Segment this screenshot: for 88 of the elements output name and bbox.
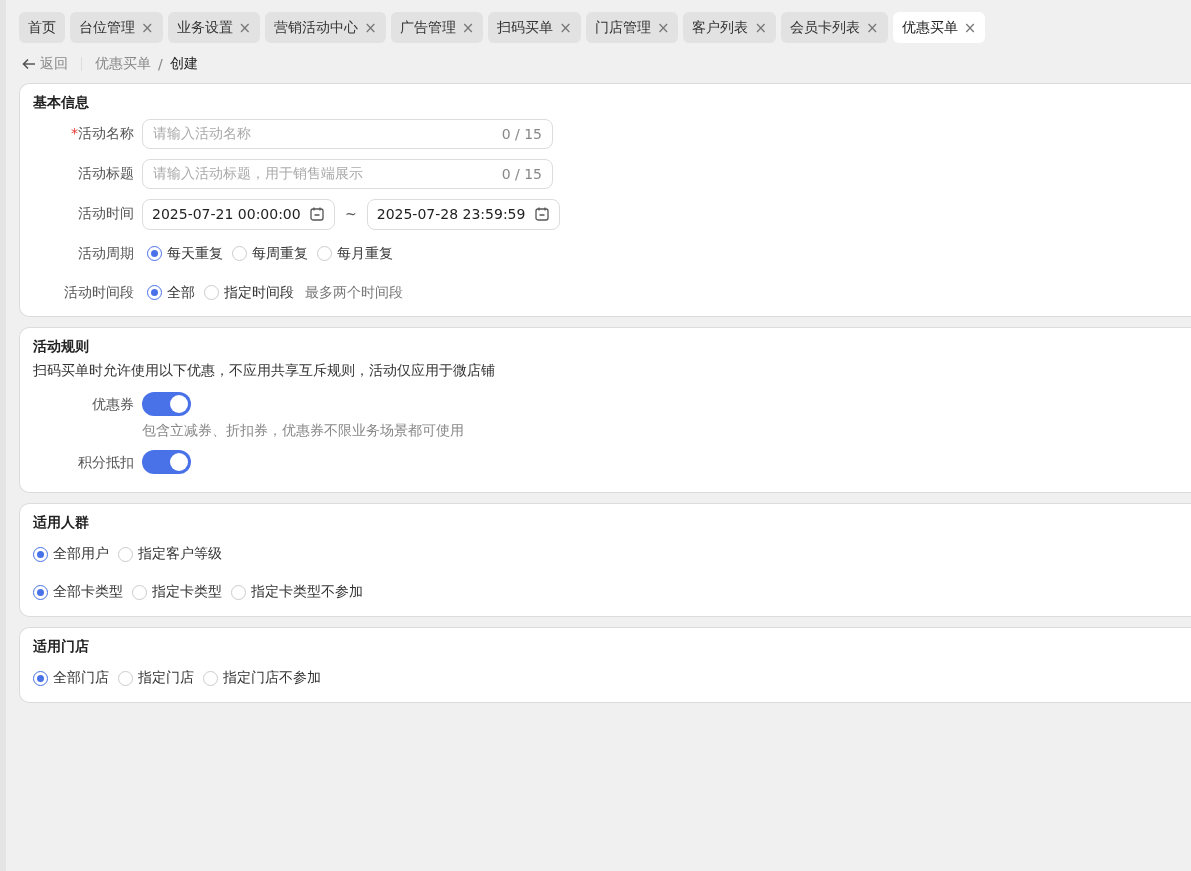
tab-label: 业务设置 [176, 18, 233, 37]
section-title: 适用门店 [33, 638, 90, 656]
field-label: 活动周期 [78, 244, 134, 261]
close-icon[interactable]: × [461, 18, 475, 37]
field-label: 活动标题 [78, 165, 134, 181]
radio-option[interactable]: 指定门店 [118, 669, 194, 687]
tab-label: 台位管理 [79, 18, 135, 37]
close-icon[interactable]: × [866, 18, 879, 37]
page-tab[interactable]: 会员卡列表 × [781, 12, 888, 43]
toggle-switch[interactable] [142, 392, 191, 416]
page-tab[interactable]: 广告管理 × [390, 12, 484, 43]
tab-label: 优惠买单 [901, 18, 958, 37]
tab-label: 首页 [28, 18, 56, 37]
close-icon[interactable]: × [364, 18, 377, 37]
radio-option[interactable]: 指定卡类型 [132, 583, 222, 601]
tab-label: 广告管理 [399, 18, 456, 37]
radio-label: 全部卡类型 [53, 583, 123, 601]
text-input-field[interactable]: 请输入活动名称 0 / 15 [142, 119, 553, 149]
tab-label: 会员卡列表 [790, 18, 861, 37]
page-tab[interactable]: 台位管理 × [70, 12, 163, 43]
radio-label: 全部门店 [53, 669, 109, 687]
tab-label: 客户列表 [692, 18, 749, 37]
date-time-field[interactable]: 2025-07-28 23:59:59 [366, 198, 560, 230]
page-tab[interactable]: 扫码买单 × [488, 12, 581, 43]
radio-label: 指定时间段 [224, 283, 294, 302]
section-title: 活动规则 [33, 338, 90, 356]
radio-label: 每月重复 [337, 244, 393, 263]
radio-option[interactable]: 全部用户 [33, 545, 109, 563]
field-label: 活动名称 [78, 125, 134, 141]
required-mark: * [71, 125, 78, 141]
input-placeholder: 请输入活动标题，用于销售端展示 [153, 165, 363, 183]
page-tab[interactable]: 首页 [19, 12, 65, 43]
radio-label: 指定卡类型不参加 [251, 583, 363, 601]
radio-label: 指定门店 [138, 669, 194, 687]
date-value: 2025-07-21 00:00:00 [152, 206, 301, 222]
radio-option[interactable]: 每天重复 [147, 244, 223, 263]
radio-option[interactable]: 每月重复 [317, 244, 393, 263]
tab-label: 扫码买单 [497, 18, 554, 37]
radio-option[interactable]: 全部卡类型 [33, 583, 123, 601]
section-title: 基本信息 [33, 94, 90, 112]
radio-option[interactable]: 指定卡类型不参加 [231, 583, 363, 601]
input-placeholder: 请输入活动名称 [153, 125, 251, 143]
toggle-switch[interactable] [142, 450, 191, 474]
radio-option[interactable]: 全部门店 [33, 669, 109, 687]
field-label: 优惠券 [92, 396, 134, 412]
hint-text: 包含立减券、折扣券，优惠券不限业务场景都可使用 [142, 422, 464, 440]
radio-option[interactable]: 每周重复 [232, 244, 308, 263]
radio-option[interactable]: 指定时间段 [204, 283, 294, 302]
rules-description: 扫码买单时允许使用以下优惠，不应用共享互斥规则，活动仅应用于微店铺 [33, 362, 496, 380]
page-tab[interactable]: 门店管理 × [585, 12, 679, 43]
radio-label: 每天重复 [167, 244, 223, 263]
section-title: 适用人群 [33, 514, 90, 532]
char-counter: 0 / 15 [501, 126, 542, 142]
close-icon[interactable]: × [141, 18, 154, 37]
calendar-icon [533, 206, 550, 222]
range-separator: ~ [345, 206, 357, 222]
hint-text: 最多两个时间段 [305, 283, 403, 302]
close-icon[interactable]: × [754, 18, 768, 37]
char-counter: 0 / 15 [501, 166, 542, 182]
field-label: 积分抵扣 [78, 454, 134, 470]
radio-label: 指定门店不参加 [223, 669, 321, 687]
radio-option[interactable]: 全部 [147, 283, 195, 302]
field-label: 活动时间段 [64, 283, 134, 300]
radio-label: 全部 [167, 283, 195, 302]
radio-option[interactable]: 指定客户等级 [118, 545, 222, 563]
date-value: 2025-07-28 23:59:59 [376, 206, 526, 222]
field-label: 活动时间 [78, 205, 134, 221]
close-icon[interactable]: × [238, 18, 252, 37]
back-arrow-icon [22, 58, 36, 70]
page-tab[interactable]: 业务设置 × [167, 12, 261, 43]
date-time-field[interactable]: 2025-07-21 00:00:00 [142, 198, 335, 230]
page-tab[interactable]: 客户列表 × [683, 12, 777, 43]
radio-label: 指定客户等级 [138, 545, 222, 563]
close-icon[interactable]: × [963, 18, 977, 37]
close-icon[interactable]: × [656, 18, 670, 37]
page-tab[interactable]: 营销活动中心 × [265, 12, 386, 43]
radio-label: 全部用户 [53, 545, 109, 563]
page-tab[interactable]: 优惠买单 × [892, 12, 986, 43]
radio-label: 指定卡类型 [152, 583, 222, 601]
text-input-field[interactable]: 请输入活动标题，用于销售端展示 0 / 15 [142, 159, 553, 189]
tab-label: 门店管理 [594, 18, 651, 37]
close-icon[interactable]: × [559, 18, 572, 37]
breadcrumb-item: 创建 [169, 55, 198, 73]
calendar-icon [309, 206, 325, 222]
breadcrumb-separator: / [158, 56, 163, 72]
radio-label: 每周重复 [252, 244, 308, 263]
radio-option[interactable]: 指定门店不参加 [203, 669, 321, 687]
tab-label: 营销活动中心 [274, 18, 359, 37]
